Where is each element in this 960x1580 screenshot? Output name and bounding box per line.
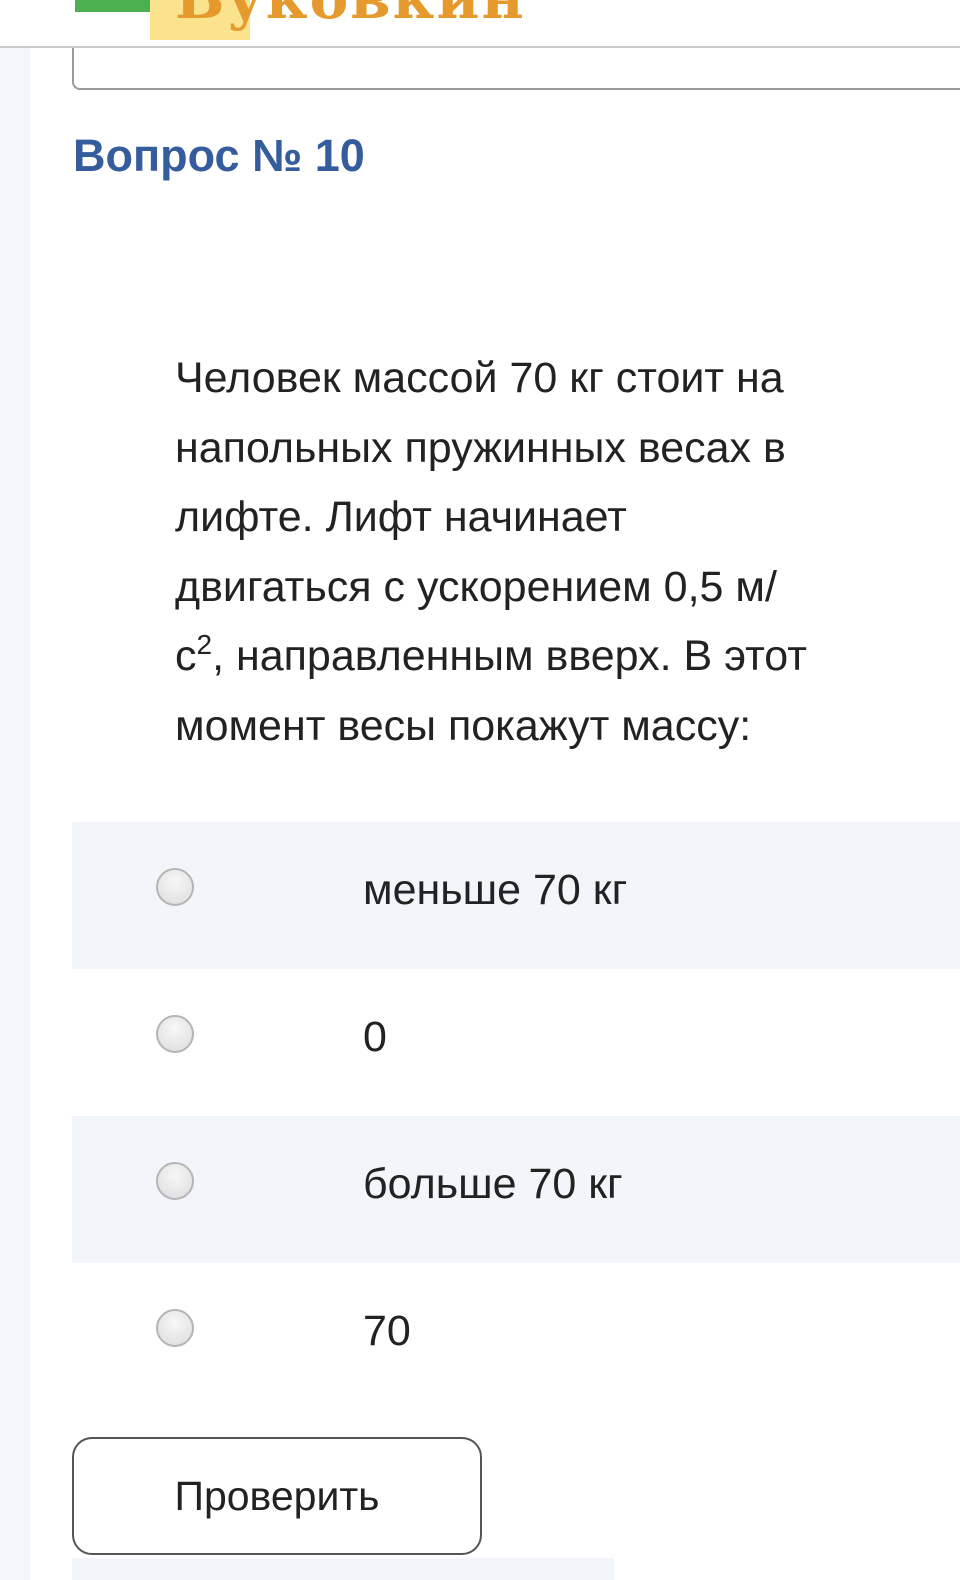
- answer-option[interactable]: меньше 70 кг: [72, 822, 960, 969]
- site-header: Буковкин: [0, 0, 960, 48]
- bottom-section-strip: [72, 1558, 614, 1580]
- question-line: двигаться с ускорением 0,5 м/: [175, 562, 777, 611]
- question-line: Человек массой 70 кг стоит на: [175, 354, 784, 402]
- question-line: момент весы покажут массу:: [175, 701, 752, 750]
- answer-label: больше 70 кг: [363, 1160, 623, 1208]
- radio-button[interactable]: [156, 1162, 194, 1200]
- question-line: с2, направленным вверх. В этот: [175, 622, 895, 692]
- radio-button[interactable]: [156, 868, 194, 906]
- logo-text: Буковкин: [175, 0, 526, 32]
- previous-section-box: [72, 48, 960, 90]
- site-logo[interactable]: Буковкин: [75, 0, 675, 46]
- logo-green-bar: [75, 0, 155, 12]
- answer-label: меньше 70 кг: [363, 866, 628, 914]
- answer-option[interactable]: 0: [72, 969, 960, 1116]
- left-sidebar-strip: [0, 0, 30, 1580]
- answer-list: меньше 70 кг 0 больше 70 кг 70: [72, 822, 960, 1410]
- question-line: лифте. Лифт начинает: [175, 493, 627, 541]
- question-line: напольных пружинных весах в: [175, 423, 786, 472]
- radio-button[interactable]: [156, 1309, 194, 1347]
- superscript: 2: [196, 629, 213, 660]
- question-unit-text: с: [175, 632, 197, 680]
- answer-label: 0: [363, 1013, 387, 1061]
- answer-option[interactable]: больше 70 кг: [72, 1116, 960, 1263]
- answer-option[interactable]: 70: [72, 1263, 960, 1410]
- radio-button[interactable]: [156, 1015, 194, 1053]
- question-title: Вопрос № 10: [73, 130, 365, 181]
- answer-label: 70: [363, 1307, 411, 1355]
- check-button[interactable]: Проверить: [72, 1437, 482, 1555]
- question-text: Человек массой 70 кг стоит на напольных …: [175, 344, 895, 761]
- question-line-rest: , направленным вверх. В этот: [212, 632, 807, 680]
